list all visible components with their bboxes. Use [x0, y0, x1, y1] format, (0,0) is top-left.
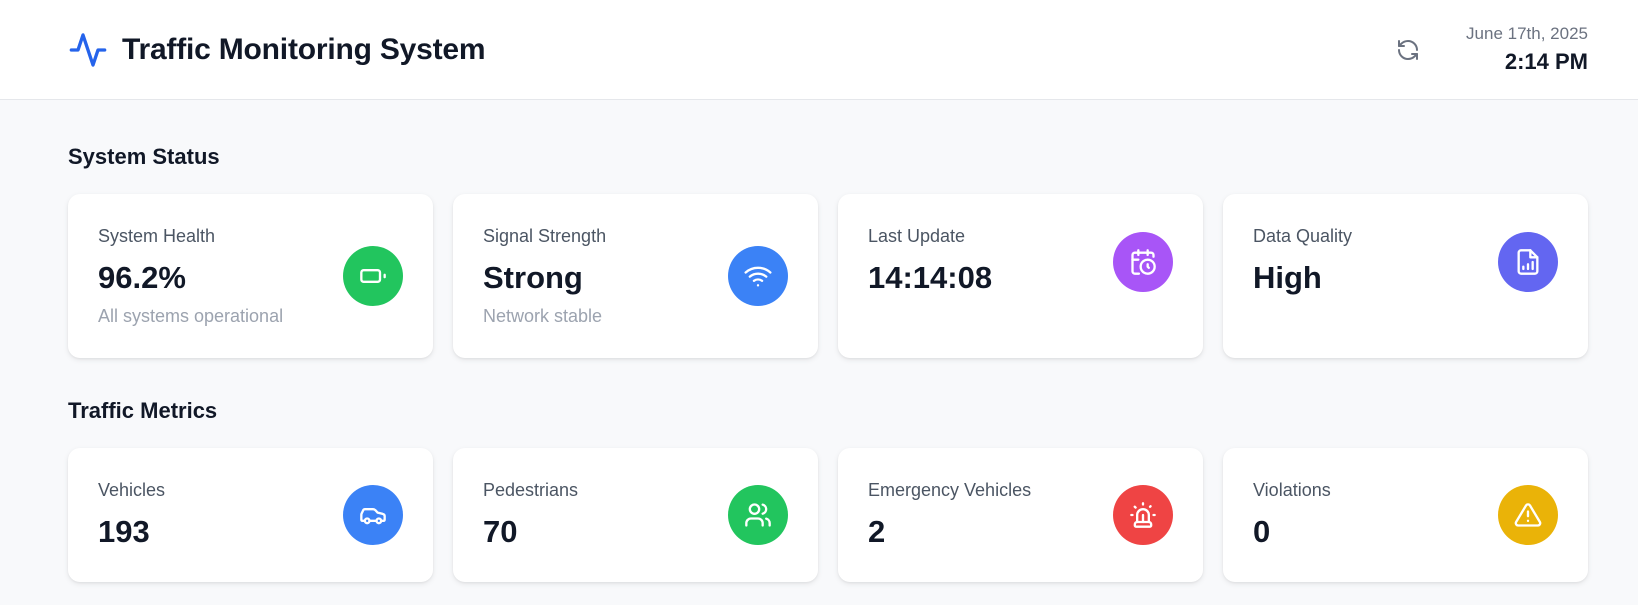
card-last-update: Last Update 14:14:08	[838, 194, 1203, 358]
current-date: June 17th, 2025	[1466, 23, 1588, 43]
section-title-system-status: System Status	[68, 144, 220, 169]
card-label: System Health	[98, 226, 216, 246]
card-data-quality: Data Quality High	[1223, 194, 1588, 358]
card-violations: Violations 0	[1223, 448, 1588, 582]
file-chart-icon	[1498, 232, 1558, 292]
header-right: June 17th, 2025 2:14 PM	[1394, 22, 1588, 78]
alert-triangle-icon	[1498, 485, 1558, 545]
card-pedestrians: Pedestrians 70	[453, 448, 818, 582]
activity-icon	[68, 30, 108, 70]
card-label: Signal Strength	[483, 226, 607, 246]
datetime: June 17th, 2025 2:14 PM	[1466, 22, 1588, 78]
main-content: System Status System Health 96.2% All sy…	[0, 142, 1638, 582]
page-title: Traffic Monitoring System	[122, 32, 486, 66]
refresh-icon[interactable]	[1394, 36, 1422, 64]
brand: Traffic Monitoring System	[68, 30, 486, 70]
card-vehicles: Vehicles 193	[68, 448, 433, 582]
car-icon	[343, 485, 403, 545]
section-title-traffic-metrics: Traffic Metrics	[68, 398, 218, 423]
system-status-grid: System Health 96.2% All systems operatio…	[68, 194, 1588, 358]
siren-icon	[1113, 485, 1173, 545]
traffic-metrics-grid: Vehicles 193 Pedestrians 70 Emergency Ve…	[68, 448, 1588, 582]
card-signal-strength: Signal Strength Strong Network stable	[453, 194, 818, 358]
app-header: Traffic Monitoring System June 17th, 202…	[0, 0, 1638, 100]
card-system-health: System Health 96.2% All systems operatio…	[68, 194, 433, 358]
current-time: 2:14 PM	[1504, 48, 1588, 74]
calendar-clock-icon	[1113, 232, 1173, 292]
users-icon	[728, 485, 788, 545]
card-subtitle: All systems operational	[98, 306, 284, 326]
wifi-icon	[728, 246, 788, 306]
battery-icon	[343, 246, 403, 306]
card-emergency-vehicles: Emergency Vehicles 2	[838, 448, 1203, 582]
card-subtitle: Network stable	[483, 306, 603, 326]
